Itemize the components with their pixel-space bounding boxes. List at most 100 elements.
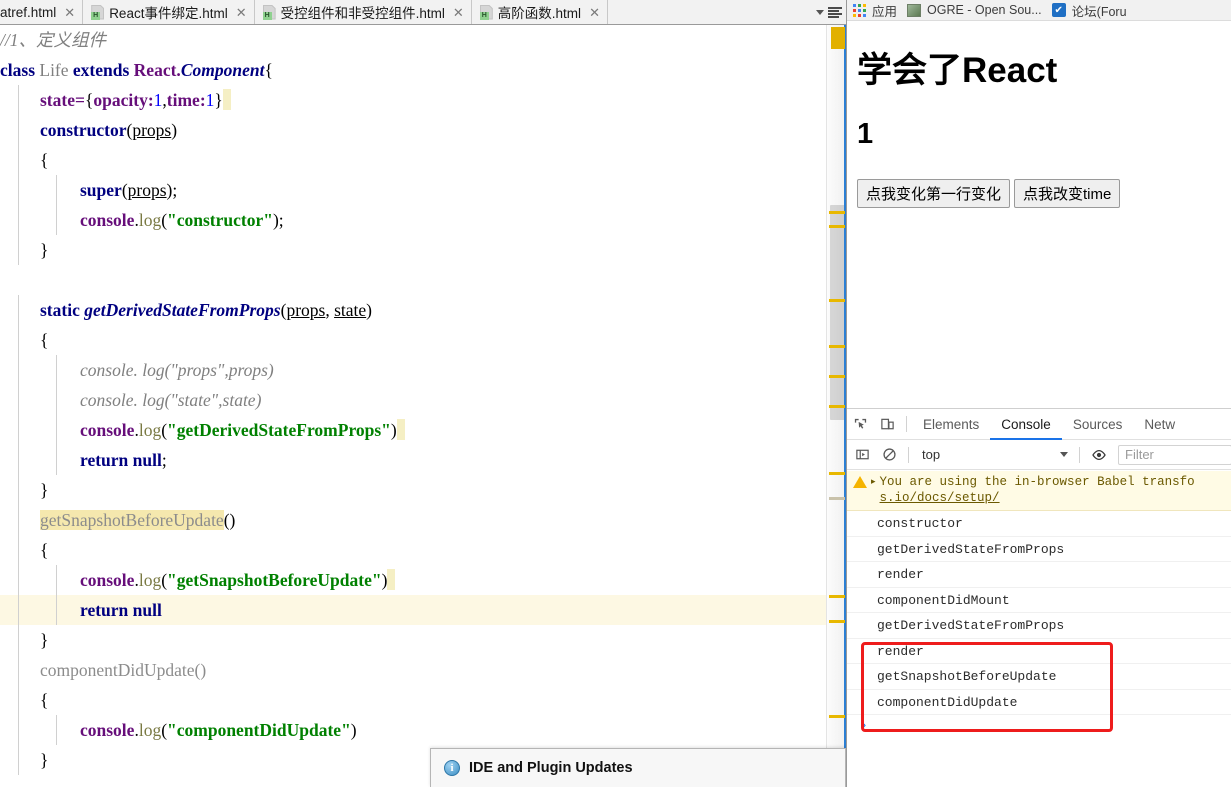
- device-toolbar-icon[interactable]: [874, 409, 901, 440]
- editor-tab[interactable]: H React事件绑定.html ✕: [83, 0, 255, 24]
- bookmark-label: 应用: [872, 4, 898, 19]
- console-log-row[interactable]: componentDidMount: [847, 588, 1231, 613]
- code-line[interactable]: }: [0, 475, 826, 505]
- log-rows-container: constructor getDerivedStateFromProps rende…: [847, 511, 1231, 715]
- indent-guide: [18, 685, 19, 715]
- code-line[interactable]: }: [0, 625, 826, 655]
- tab-close-icon[interactable]: ✕: [589, 6, 600, 19]
- code-token: {: [264, 60, 273, 80]
- code-line[interactable]: state={opacity:1,time:1}: [0, 85, 826, 115]
- code-line[interactable]: {: [0, 535, 826, 565]
- console-log-row[interactable]: render: [847, 639, 1231, 664]
- indent-guide: [56, 445, 57, 475]
- tab-close-icon[interactable]: ✕: [64, 6, 75, 19]
- chevron-down-icon[interactable]: [816, 9, 824, 15]
- clear-console-icon[interactable]: [876, 439, 903, 470]
- inspect-element-icon[interactable]: [847, 409, 874, 440]
- console-log-row[interactable]: getDerivedStateFromProps: [847, 537, 1231, 562]
- gutter-marker[interactable]: [831, 27, 845, 49]
- code-line[interactable]: console. log("state",state): [0, 385, 826, 415]
- code-line[interactable]: class Life extends React.Component{: [0, 55, 826, 85]
- console-message-list[interactable]: ▸ You are using the in-browser Babel tra…: [847, 471, 1231, 787]
- code-line[interactable]: return null: [0, 595, 826, 625]
- code-token: getSnapshotBeforeUpdate: [40, 510, 224, 530]
- page-button-1[interactable]: 点我变化第一行变化: [857, 179, 1011, 208]
- editor-tab-label: 高阶函数.html: [497, 6, 582, 21]
- bookmark-item[interactable]: OGRE - Open Sou...: [907, 3, 1042, 17]
- devtools-tab-console[interactable]: Console: [990, 409, 1062, 440]
- gutter-marker[interactable]: [829, 211, 845, 214]
- console-log-row[interactable]: getDerivedStateFromProps: [847, 613, 1231, 639]
- code-token: componentDidUpdate: [40, 660, 195, 680]
- devtools-tab-netw[interactable]: Netw: [1133, 409, 1186, 440]
- console-warning-message[interactable]: ▸ You are using the in-browser Babel tra…: [847, 471, 1231, 511]
- devtools-tab-elements[interactable]: Elements: [912, 409, 990, 440]
- code-token: console. log("props",props): [80, 360, 274, 380]
- text-caret-highlight: [396, 419, 405, 440]
- indent-guide: [18, 415, 19, 445]
- console-log-row[interactable]: render: [847, 562, 1231, 588]
- live-expression-eye-icon[interactable]: [1085, 439, 1112, 470]
- bookmark-item[interactable]: ✔ 论坛(Foru: [1051, 1, 1127, 20]
- code-token: {: [40, 690, 49, 710]
- code-editor[interactable]: //1、定义组件 class Life extends React.Compone…: [0, 25, 826, 787]
- console-log-row[interactable]: componentDidUpdate: [847, 690, 1231, 715]
- gutter-marker[interactable]: [829, 620, 845, 623]
- code-line[interactable]: console.log("getDerivedStateFromProps"): [0, 415, 826, 445]
- code-line[interactable]: [0, 265, 826, 295]
- gutter-marker[interactable]: [829, 299, 845, 302]
- console-sidebar-icon[interactable]: [849, 439, 876, 470]
- tab-close-icon[interactable]: ✕: [236, 6, 247, 19]
- ide-notification-popup[interactable]: i IDE and Plugin Updates: [430, 748, 846, 787]
- console-filter-input[interactable]: Filter: [1118, 444, 1231, 465]
- code-line[interactable]: {: [0, 685, 826, 715]
- gutter-marker[interactable]: [829, 225, 845, 228]
- code-line[interactable]: console. log("props",props): [0, 355, 826, 385]
- code-line[interactable]: console.log("constructor");: [0, 205, 826, 235]
- code-line[interactable]: {: [0, 325, 826, 355]
- code-line[interactable]: static getDerivedStateFromProps(props, s…: [0, 295, 826, 325]
- editor-tab-label: 受控组件和非受控组件.html: [280, 6, 445, 21]
- gutter-marker[interactable]: [829, 715, 845, 718]
- expand-arrow-icon[interactable]: ▸: [871, 474, 876, 506]
- indent-guide: [18, 445, 19, 475]
- gutter-marker[interactable]: [829, 497, 845, 500]
- gutter-marker[interactable]: [829, 595, 845, 598]
- code-token: }: [214, 90, 223, 110]
- gutter-marker[interactable]: [829, 345, 845, 348]
- tab-list-menu-icon[interactable]: [828, 6, 842, 18]
- console-log-row[interactable]: constructor: [847, 511, 1231, 537]
- code-token: static: [40, 300, 85, 320]
- gutter-marker[interactable]: [829, 472, 845, 475]
- editor-marker-gutter[interactable]: [826, 25, 846, 787]
- warning-link[interactable]: s.io/docs/setup/: [880, 491, 1000, 505]
- code-line[interactable]: //1、定义组件: [0, 25, 826, 55]
- editor-tab[interactable]: atref.html ✕: [0, 0, 84, 24]
- code-line[interactable]: console.log("getSnapshotBeforeUpdate"): [0, 565, 826, 595]
- code-line[interactable]: super(props);: [0, 175, 826, 205]
- indent-guide: [18, 325, 19, 355]
- code-line[interactable]: return null;: [0, 445, 826, 475]
- code-token: state=: [40, 90, 85, 110]
- page-button-2[interactable]: 点我改变time: [1014, 179, 1121, 208]
- code-line[interactable]: constructor(props): [0, 115, 826, 145]
- editor-tab[interactable]: H 受控组件和非受控组件.html ✕: [254, 0, 472, 24]
- code-line-content: static getDerivedStateFromProps(props, s…: [0, 300, 372, 320]
- code-line[interactable]: console.log("componentDidUpdate"): [0, 715, 826, 745]
- bookmark-item[interactable]: 应用: [853, 1, 897, 20]
- code-token: Life: [39, 60, 73, 80]
- gutter-marker[interactable]: [829, 405, 845, 408]
- console-prompt[interactable]: ›: [847, 715, 1231, 737]
- code-line-content: }: [0, 240, 48, 260]
- console-log-row[interactable]: getSnapshotBeforeUpdate: [847, 664, 1231, 690]
- code-line[interactable]: }: [0, 235, 826, 265]
- code-line[interactable]: getSnapshotBeforeUpdate(): [0, 505, 826, 535]
- gutter-marker[interactable]: [829, 375, 845, 378]
- execution-context-select[interactable]: top: [914, 445, 1074, 465]
- devtools-tab-sources[interactable]: Sources: [1062, 409, 1134, 440]
- code-token: log: [138, 420, 162, 440]
- tab-close-icon[interactable]: ✕: [453, 6, 464, 19]
- editor-tab[interactable]: H 高阶函数.html ✕: [471, 0, 608, 24]
- code-line[interactable]: {: [0, 145, 826, 175]
- code-line[interactable]: componentDidUpdate(): [0, 655, 826, 685]
